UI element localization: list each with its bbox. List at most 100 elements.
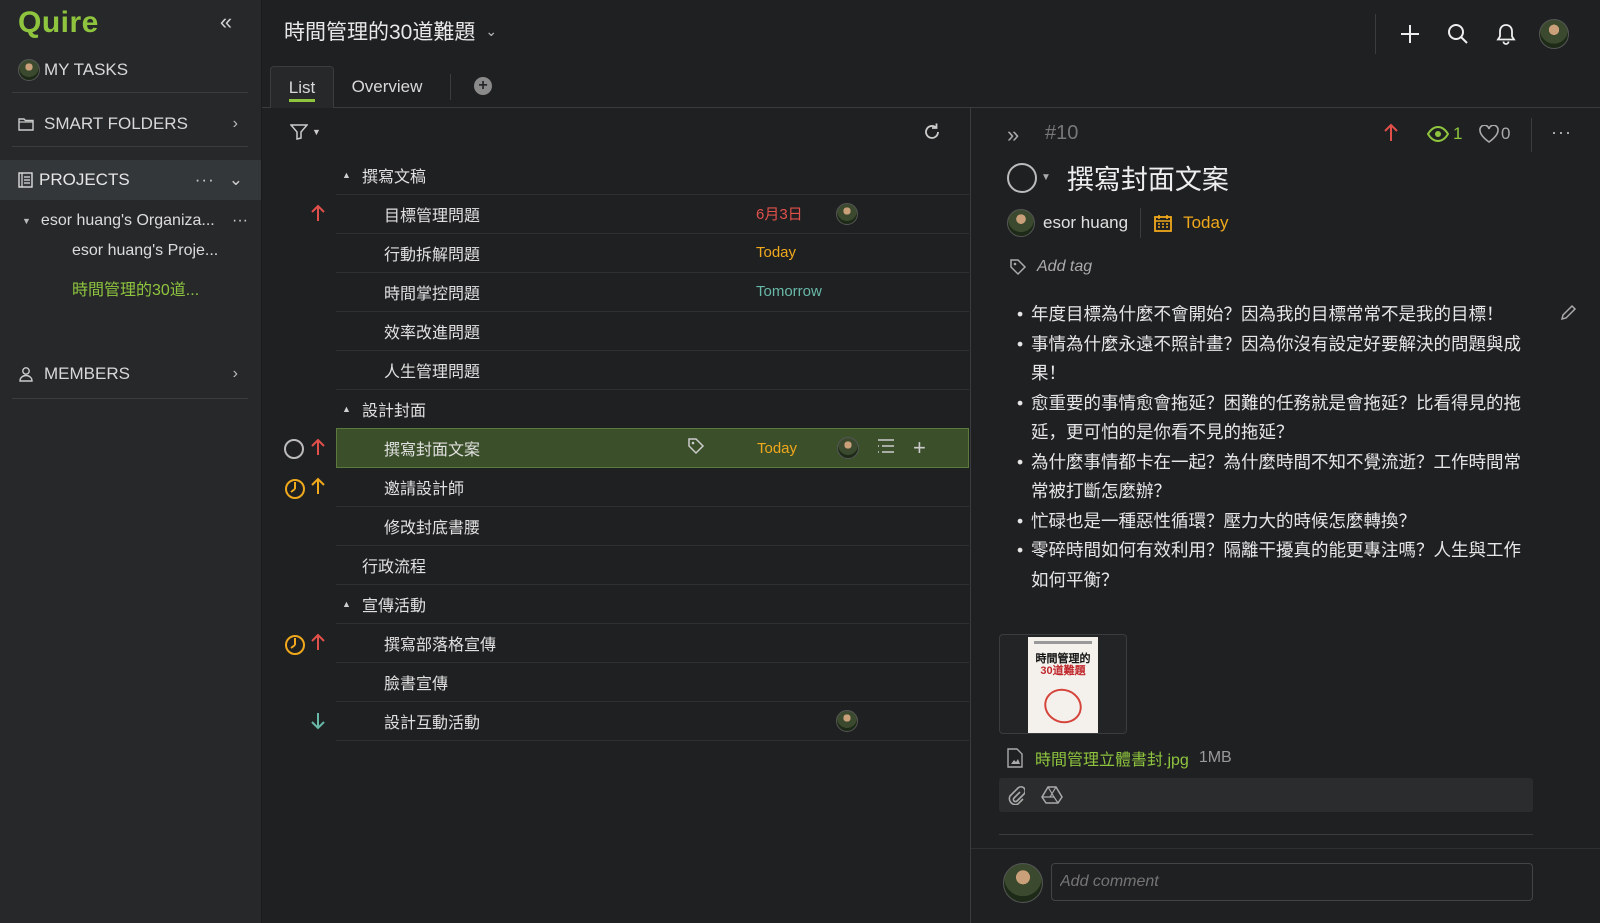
task-section-row[interactable]: ▲ 設計封面: [336, 389, 969, 429]
task-name[interactable]: 撰寫部落格宣傳: [384, 631, 496, 655]
task-in-progress-icon[interactable]: [284, 634, 306, 656]
task-row[interactable]: 撰寫部落格宣傳: [336, 623, 969, 663]
sidebar-item-my-tasks[interactable]: MY TASKS: [12, 50, 248, 90]
organization-more-icon[interactable]: ···: [232, 212, 248, 230]
task-row[interactable]: 邀請設計師: [336, 467, 969, 507]
expand-panel-icon[interactable]: »: [1007, 122, 1019, 148]
task-name[interactable]: 設計互動活動: [384, 709, 480, 733]
tag-icon[interactable]: [687, 437, 705, 460]
task-row[interactable]: 效率改進問題: [336, 311, 969, 351]
watch-button[interactable]: 1: [1427, 124, 1462, 144]
collapse-sidebar-icon[interactable]: «: [214, 10, 238, 34]
google-drive-icon[interactable]: [1041, 786, 1063, 804]
assignee-avatar[interactable]: [836, 709, 858, 732]
task-due-date[interactable]: 6月3日: [756, 203, 803, 224]
assignee-name[interactable]: esor huang: [1043, 213, 1128, 233]
task-name[interactable]: 行政流程: [362, 553, 426, 577]
priority-high-icon[interactable]: [310, 438, 326, 456]
task-name[interactable]: 修改封底書腰: [384, 514, 480, 538]
task-row[interactable]: 修改封底書腰: [336, 506, 969, 546]
caret-down-icon[interactable]: ▼: [1041, 172, 1051, 183]
task-name[interactable]: 設計封面: [362, 397, 426, 421]
collapse-triangle-icon[interactable]: ▲: [342, 170, 351, 180]
task-row[interactable]: 時間掌控問題 Tomorrow: [336, 272, 969, 312]
priority-high-icon[interactable]: [310, 633, 326, 651]
task-row[interactable]: 人生管理問題: [336, 350, 969, 390]
task-name[interactable]: 撰寫文稿: [362, 163, 426, 187]
sidebar-item-projects[interactable]: PROJECTS ··· ⌄: [0, 160, 261, 200]
sidebar-item-members[interactable]: MEMBERS ›: [12, 354, 248, 394]
task-row[interactable]: 行動拆解問題 Today: [336, 233, 969, 273]
projects-icon: [18, 172, 33, 188]
calendar-icon[interactable]: [1153, 213, 1173, 233]
attachment-name[interactable]: 時間管理立體書封.jpg: [1035, 746, 1189, 770]
task-name[interactable]: 時間掌控問題: [384, 280, 480, 304]
task-status-circle[interactable]: [1007, 162, 1037, 193]
refresh-icon[interactable]: [922, 122, 942, 147]
task-name[interactable]: 宣傳活動: [362, 592, 426, 616]
bell-icon[interactable]: [1482, 16, 1530, 52]
organization-item[interactable]: ▼ esor huang's Organiza... ···: [22, 208, 248, 234]
task-row-selected[interactable]: 撰寫封面文案 Today +: [336, 428, 969, 468]
task-name[interactable]: 人生管理問題: [384, 358, 480, 382]
attachment-thumbnail[interactable]: 時間管理的 30道難題: [999, 634, 1127, 734]
collapse-triangle-icon[interactable]: ▲: [342, 404, 351, 414]
task-row[interactable]: 目標管理問題 6月3日: [336, 194, 969, 234]
task-due-date[interactable]: Today: [757, 440, 797, 457]
user-avatar[interactable]: [1530, 16, 1578, 52]
add-view-icon[interactable]: +: [474, 77, 492, 95]
collapse-triangle-icon[interactable]: ▲: [342, 599, 351, 609]
view-tabs: List Overview +: [262, 66, 1600, 108]
task-name[interactable]: 目標管理問題: [384, 202, 480, 226]
task-name[interactable]: 效率改進問題: [384, 319, 480, 343]
comment-input[interactable]: [1051, 863, 1533, 901]
task-due-date[interactable]: Today: [756, 244, 796, 261]
task-name[interactable]: 行動拆解問題: [384, 241, 480, 265]
priority-low-icon[interactable]: [310, 712, 326, 730]
expand-triangle-icon[interactable]: ▼: [22, 216, 31, 226]
add-subtask-icon[interactable]: +: [913, 437, 926, 459]
folder-icon: [18, 117, 40, 131]
task-due-date[interactable]: Tomorrow: [756, 283, 822, 300]
tab-overview[interactable]: Overview: [346, 66, 428, 108]
task-in-progress-icon[interactable]: [284, 478, 306, 500]
task-name[interactable]: 臉書宣傳: [384, 670, 448, 694]
assignee-avatar[interactable]: [837, 437, 859, 459]
sidebar-item-smart-folders[interactable]: SMART FOLDERS ›: [12, 104, 248, 144]
assignee-avatar[interactable]: [836, 202, 858, 225]
projects-more-icon[interactable]: ···: [195, 170, 215, 190]
subtasks-icon[interactable]: [877, 438, 895, 459]
like-button[interactable]: 0: [1479, 124, 1510, 144]
sidebar-item-label: MY TASKS: [44, 60, 129, 79]
sidebar-project-item[interactable]: esor huang's Proje...: [72, 242, 218, 266]
add-icon[interactable]: [1386, 16, 1434, 52]
task-status-circle[interactable]: [284, 439, 304, 459]
filter-button[interactable]: ▼: [290, 124, 321, 140]
tab-list[interactable]: List: [270, 66, 334, 108]
task-section-row[interactable]: ▲ 宣傳活動: [336, 584, 969, 624]
priority-high-icon[interactable]: [310, 204, 326, 222]
task-title[interactable]: 撰寫封面文案: [1067, 158, 1229, 197]
cover-title-line: 時間管理的: [1035, 653, 1091, 665]
chevron-down-icon[interactable]: ⌄: [229, 170, 243, 190]
paperclip-icon[interactable]: [1007, 785, 1025, 805]
task-row[interactable]: 臉書宣傳: [336, 662, 969, 702]
priority-high-icon[interactable]: [310, 477, 326, 495]
edit-pencil-icon[interactable]: [1559, 304, 1577, 327]
priority-high-icon[interactable]: [1383, 122, 1399, 147]
due-date[interactable]: Today: [1183, 213, 1228, 233]
search-icon[interactable]: [1434, 16, 1482, 52]
assignee-avatar[interactable]: [1007, 209, 1035, 237]
more-options-icon[interactable]: ···: [1551, 122, 1572, 143]
task-name[interactable]: 邀請設計師: [384, 475, 464, 499]
task-section-row[interactable]: ▲ 撰寫文稿: [336, 155, 969, 195]
task-row[interactable]: 行政流程: [336, 545, 969, 585]
divider: [1375, 14, 1376, 54]
sidebar-project-item-active[interactable]: 時間管理的30道...: [72, 276, 199, 300]
task-name[interactable]: 撰寫封面文案: [384, 436, 480, 460]
task-description[interactable]: 年度目標為什麼不會開始？因為我的目標常常不是我的目標！ 事情為什麼永遠不照計畫？…: [1017, 300, 1537, 595]
task-row[interactable]: 設計互動活動: [336, 701, 969, 741]
project-title-dropdown[interactable]: 時間管理的30道難題 ⌄: [284, 16, 497, 46]
add-tag-button[interactable]: Add tag: [1009, 258, 1092, 276]
description-bullet: 年度目標為什麼不會開始？因為我的目標常常不是我的目標！: [1017, 300, 1537, 330]
